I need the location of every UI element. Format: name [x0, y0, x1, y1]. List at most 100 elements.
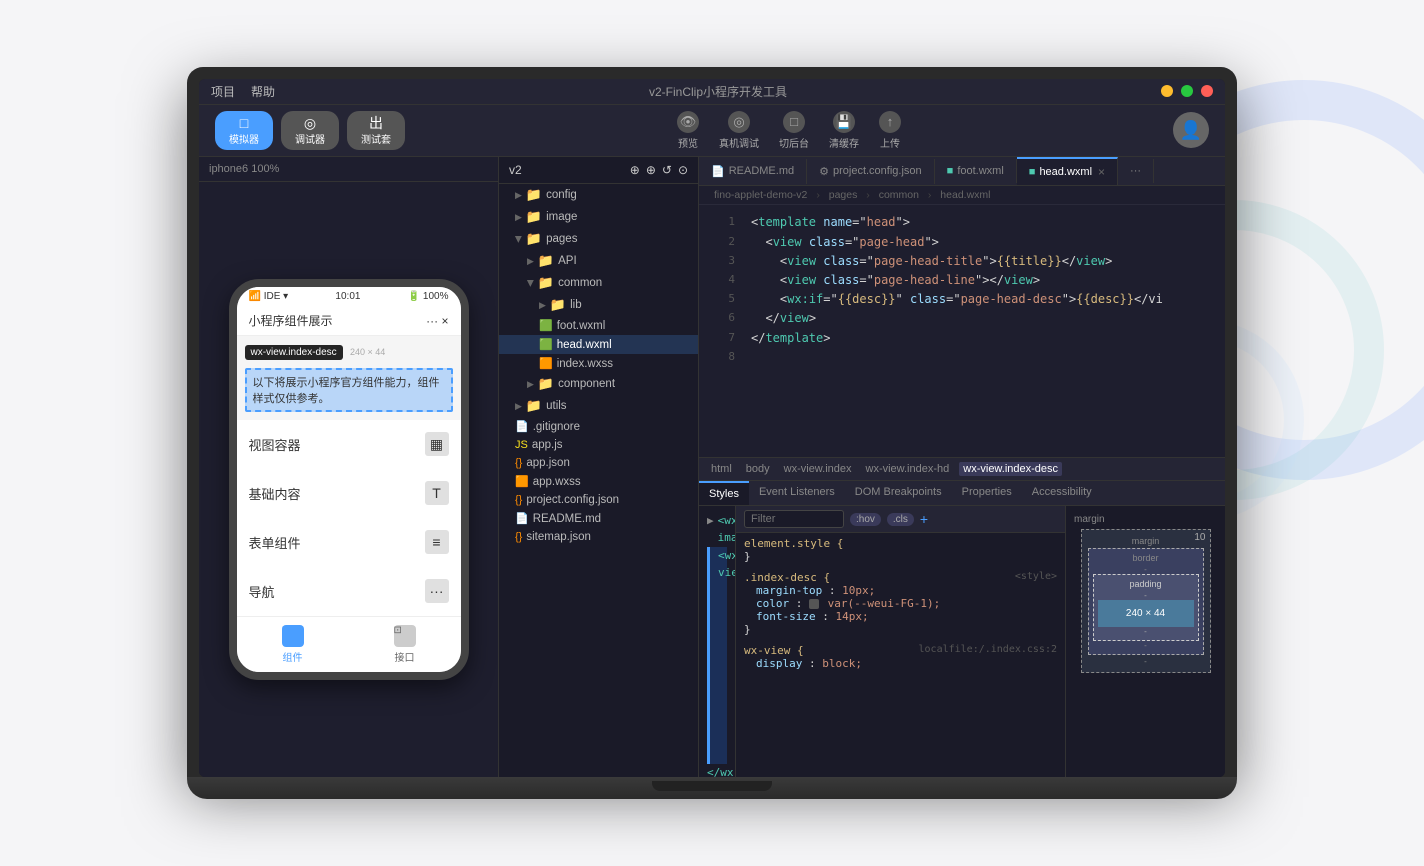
minimize-button[interactable]	[1161, 85, 1173, 97]
filetree-project-config[interactable]: {} project.config.json	[499, 491, 698, 509]
dv-arrow-logo[interactable]: ▶	[707, 513, 714, 546]
tab-readme[interactable]: 📄 README.md	[699, 159, 807, 184]
list-item-nav[interactable]: 导航 ···	[237, 567, 461, 615]
filetree-api[interactable]: ▶ 📁 API	[499, 250, 698, 272]
filetree-icon-3[interactable]: ↺	[662, 163, 672, 177]
filetree-foot-wxml[interactable]: 🟩 foot.wxml	[499, 316, 698, 335]
properties-tab[interactable]: Properties	[952, 481, 1022, 505]
nav-api-icon: ⊡	[394, 625, 416, 647]
maximize-button[interactable]	[1181, 85, 1193, 97]
filetree-common[interactable]: ▶ 📁 common	[499, 272, 698, 294]
filetree-icon-1[interactable]: ⊕	[630, 163, 640, 177]
debugger-button[interactable]: ◎ 调试器	[281, 111, 339, 151]
filetree-utils[interactable]: ▶ 📁 utils	[499, 395, 698, 417]
filetree-head-wxml[interactable]: 🟩 head.wxml	[499, 335, 698, 354]
tab-project-config[interactable]: ⚙ project.config.json	[807, 159, 935, 184]
device-label: iphone6 100%	[209, 163, 279, 175]
tab-more[interactable]: ···	[1118, 159, 1154, 183]
styles-tab[interactable]: Styles	[699, 481, 749, 505]
arrow-component: ▶	[527, 379, 534, 390]
filetree-gitignore-label: .gitignore	[533, 421, 580, 433]
filetree-foot-wxml-label: foot.wxml	[557, 320, 606, 332]
dom-breakpoints-tab[interactable]: DOM Breakpoints	[845, 481, 952, 505]
style-rule-index-desc: .index-desc { <style> margin-top : 10px;	[744, 571, 1057, 636]
accessibility-tab[interactable]: Accessibility	[1022, 481, 1102, 505]
filetree-pages-label: pages	[546, 233, 577, 245]
devtools-panel: html body wx-view.index wx-view.index-hd…	[699, 457, 1225, 777]
filetree-pages[interactable]: ▶ 📁 pages	[499, 228, 698, 250]
filetree-config[interactable]: ▶ 📁 config	[499, 184, 698, 206]
devtools-bottom-content: ▶ <wx-image class="index-logo" src="../r…	[699, 506, 1225, 777]
filter-pill-hov[interactable]: :hov	[850, 513, 881, 526]
hbc-html[interactable]: html	[707, 462, 736, 476]
breadcrumb-file: head.wxml	[940, 189, 990, 201]
highlighted-element: 以下将展示小程序官方组件能力，组件样式仅供参考。	[245, 368, 453, 412]
background-action[interactable]: □ 切后台	[779, 111, 809, 150]
filetree-component[interactable]: ▶ 📁 component	[499, 373, 698, 395]
list-item-icon-4: ···	[425, 579, 449, 603]
tab-head-wxml-close[interactable]: ×	[1098, 165, 1105, 179]
hbc-wx-view-index[interactable]: wx-view.index	[780, 462, 856, 476]
code-content-4: <view class="page-head-line"></view>	[751, 271, 1040, 290]
filetree-app-wxss-label: app.wxss	[533, 476, 581, 488]
filetree-api-label: API	[558, 255, 577, 267]
laptop: 项目 帮助 v2-FinClip小程序开发工具 □	[187, 67, 1237, 800]
tab-foot-wxml[interactable]: ■ foot.wxml	[935, 159, 1017, 183]
list-item-basic-content[interactable]: 基础内容 T	[237, 469, 461, 517]
hbc-wx-view-index-desc[interactable]: wx-view.index-desc	[959, 462, 1062, 476]
filter-pill-cls[interactable]: .cls	[887, 513, 914, 526]
filter-plus-btn[interactable]: +	[920, 511, 928, 527]
event-listeners-tab[interactable]: Event Listeners	[749, 481, 845, 505]
arrow-lib: ▶	[539, 300, 546, 311]
style-val-font-size: 14px;	[835, 610, 868, 623]
filetree-icon-2[interactable]: ⊕	[646, 163, 656, 177]
file-index-wxss-icon: 🟧	[539, 357, 553, 370]
menu-project[interactable]: 项目	[211, 83, 235, 100]
hbc-wx-view-index-hd[interactable]: wx-view.index-hd	[862, 462, 954, 476]
phone-status-bar: 📶 IDE ▾ 10:01 🔋 100%	[237, 287, 461, 306]
test-button[interactable]: 出 测试套	[347, 111, 405, 151]
real-device-icon: ◎	[728, 111, 750, 133]
filetree-head-wxml-label: head.wxml	[557, 339, 612, 351]
filetree-lib[interactable]: ▶ 📁 lib	[499, 294, 698, 316]
styles-filter-input[interactable]	[744, 510, 844, 528]
menu-help[interactable]: 帮助	[251, 83, 275, 100]
filetree-app-json[interactable]: {} app.json	[499, 454, 698, 472]
filetree-index-wxss[interactable]: 🟧 index.wxss	[499, 354, 698, 373]
preview-action[interactable]: 👁 预览	[677, 111, 699, 150]
filetree-image[interactable]: ▶ 📁 image	[499, 206, 698, 228]
screen-bezel: 项目 帮助 v2-FinClip小程序开发工具 □	[187, 67, 1237, 778]
filetree-sitemap[interactable]: {} sitemap.json	[499, 528, 698, 546]
devtools-code: ▶ <wx-image class="index-logo" src="../r…	[707, 512, 727, 777]
nav-item-component[interactable]: ⊞ 组件	[237, 617, 349, 672]
app-more[interactable]: ··· ×	[426, 314, 448, 328]
code-line-2: 2 <view class="page-head">	[699, 233, 1225, 252]
code-editor[interactable]: 1 <template name="head"> 2 <view class="…	[699, 205, 1225, 457]
clear-cache-action[interactable]: 💾 清缓存	[829, 111, 859, 150]
filetree-component-label: component	[558, 378, 615, 390]
nav-item-api[interactable]: ⊡ 接口	[349, 617, 461, 672]
phone-device: 📶 IDE ▾ 10:01 🔋 100% 小程序组件展示 ··· ×	[229, 279, 469, 680]
file-readme-icon: 📄	[515, 512, 529, 525]
real-device-action[interactable]: ◎ 真机调试	[719, 111, 759, 150]
close-button[interactable]	[1201, 85, 1213, 97]
dv-line-desc: <wx-view class="index-desc"> 以下将展示小程序官方组…	[707, 547, 727, 764]
list-item-view-container[interactable]: 视图容器 ▦	[237, 420, 461, 468]
filetree-icon-4[interactable]: ⊙	[678, 163, 688, 177]
user-avatar[interactable]: 👤	[1173, 112, 1209, 148]
hbc-body[interactable]: body	[742, 462, 774, 476]
list-item-form[interactable]: 表单组件 ≡	[237, 518, 461, 566]
devtools-html-view: ▶ <wx-image class="index-logo" src="../r…	[699, 506, 735, 777]
app-name: 小程序组件展示	[249, 312, 333, 329]
filetree-gitignore[interactable]: 📄 .gitignore	[499, 417, 698, 436]
filetree-app-wxss[interactable]: 🟧 app.wxss	[499, 472, 698, 491]
simulator-button[interactable]: □ 模拟器	[215, 111, 273, 151]
filetree-readme[interactable]: 📄 README.md	[499, 509, 698, 528]
preview-icon: 👁	[677, 111, 699, 133]
upload-action[interactable]: ↑ 上传	[879, 111, 901, 150]
filetree-app-js[interactable]: JS app.js	[499, 436, 698, 454]
phone-app-header: 小程序组件展示 ··· ×	[237, 306, 461, 336]
tab-head-wxml[interactable]: ■ head.wxml ×	[1017, 157, 1118, 185]
filetree-lib-label: lib	[570, 299, 582, 311]
code-line-7: 7 </template>	[699, 329, 1225, 348]
